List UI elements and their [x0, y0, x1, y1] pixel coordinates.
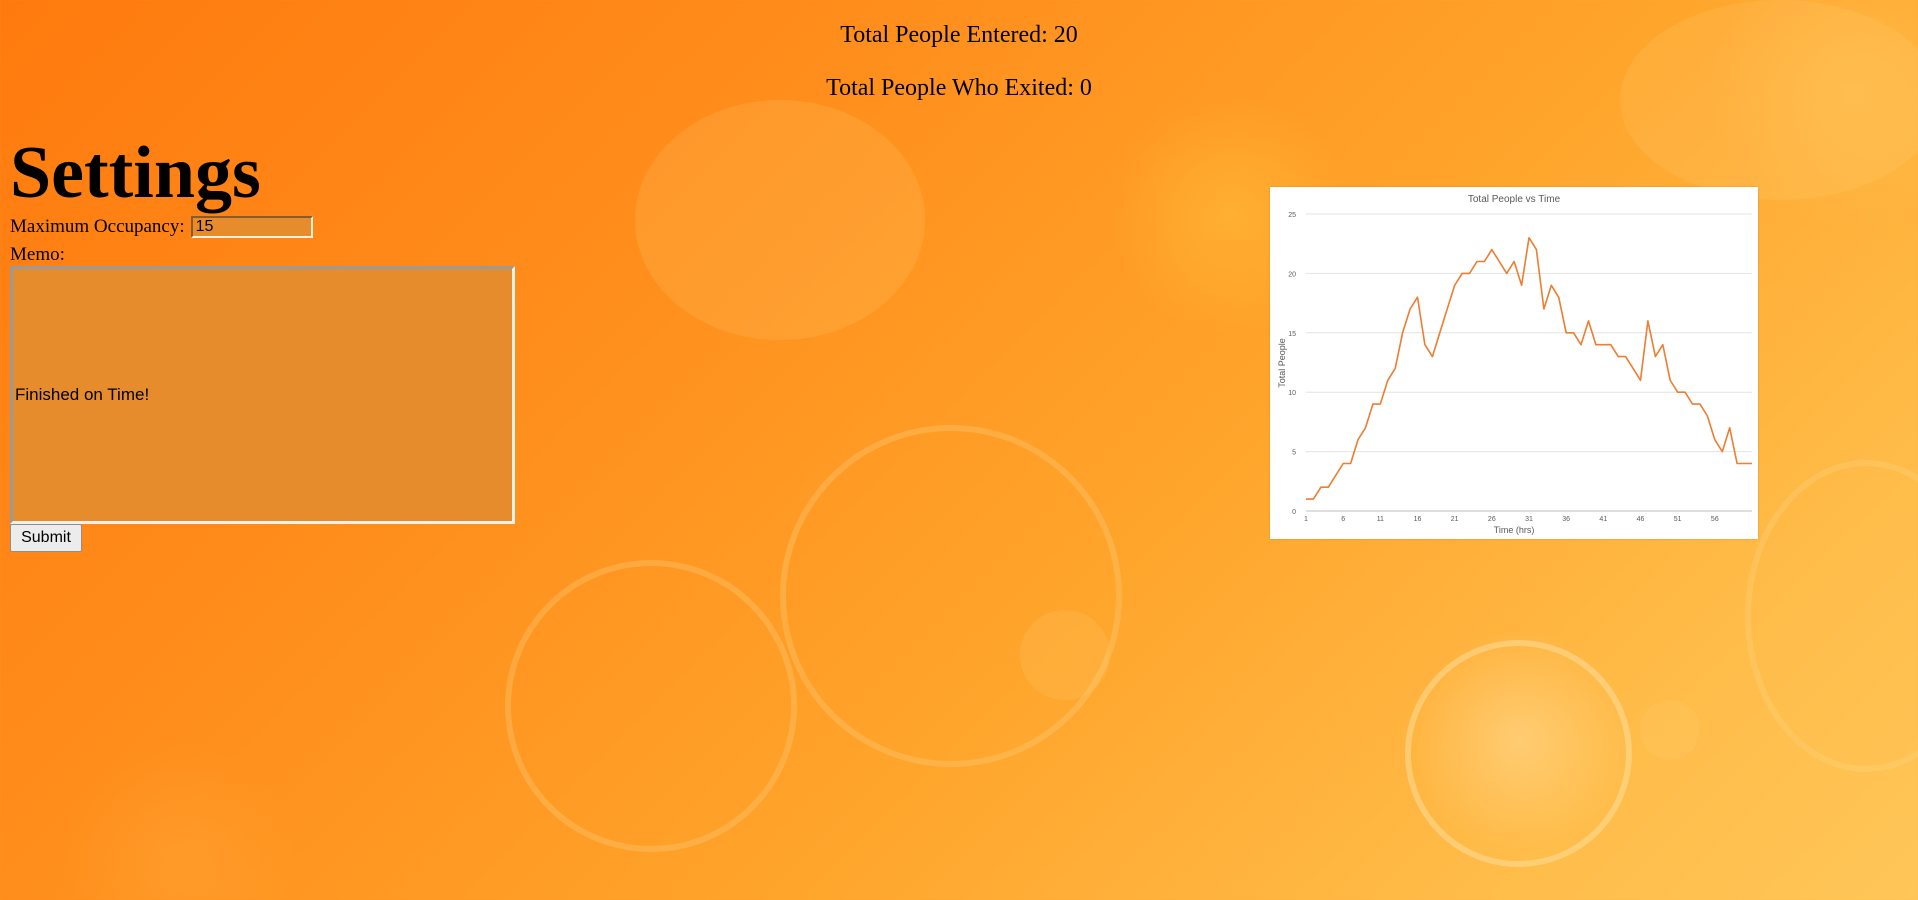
chart-y-ticks: 0 5 10 15 20 25 [1288, 212, 1296, 516]
chart-x-tick-label: 6 [1341, 516, 1345, 523]
total-exited-text: Total People Who Exited: 0 [826, 75, 1092, 101]
chart-x-tick-label: 26 [1488, 516, 1496, 523]
chart-y-tick-label: 20 [1288, 271, 1296, 278]
submit-button[interactable]: Submit [10, 524, 82, 552]
chart-x-tick-label: 36 [1562, 516, 1570, 523]
chart-y-tick-label: 25 [1288, 212, 1296, 219]
chart-x-tick-label: 21 [1451, 516, 1459, 523]
max-occupancy-row: Maximum Occupancy: [10, 216, 313, 238]
chart-x-tick-label: 46 [1637, 516, 1645, 523]
memo-textarea[interactable]: Finished on Time! [10, 266, 515, 524]
chart-x-tick-label: 16 [1414, 516, 1422, 523]
total-entered-text: Total People Entered: 20 [840, 22, 1078, 48]
chart-y-tick-label: 0 [1292, 509, 1296, 516]
total-people-chart: Total People vs Time Time (hrs) Total Pe… [1270, 187, 1758, 539]
chart-title: Total People vs Time [1468, 194, 1561, 205]
chart-x-tick-label: 11 [1377, 516, 1384, 523]
settings-heading: Settings [10, 132, 261, 214]
chart-svg: Total People vs Time Time (hrs) Total Pe… [1277, 194, 1752, 535]
chart-grid [1306, 213, 1752, 512]
chart-x-tick-label: 56 [1711, 516, 1719, 523]
memo-text: Finished on Time! [15, 385, 150, 404]
chart-y-tick-label: 15 [1288, 331, 1296, 338]
chart-y-axis-label: Total People [1277, 338, 1287, 388]
max-occupancy-label: Maximum Occupancy: [10, 216, 185, 237]
chart-series-line [1306, 236, 1752, 500]
chart-y-tick-label: 10 [1288, 390, 1296, 397]
chart-x-tick-label: 31 [1525, 516, 1533, 523]
memo-label: Memo: [10, 244, 65, 265]
chart-x-tick-label: 41 [1599, 516, 1607, 523]
chart-x-tick-label: 51 [1674, 516, 1682, 523]
chart-x-tick-label: 1 [1304, 516, 1308, 523]
chart-x-ticks: 1 6 11 16 21 26 31 36 41 46 51 56 [1304, 516, 1719, 523]
chart-x-axis-label: Time (hrs) [1494, 525, 1535, 535]
chart-lines [1306, 236, 1752, 500]
chart-y-tick-label: 5 [1292, 450, 1296, 457]
max-occupancy-input[interactable] [190, 216, 313, 238]
